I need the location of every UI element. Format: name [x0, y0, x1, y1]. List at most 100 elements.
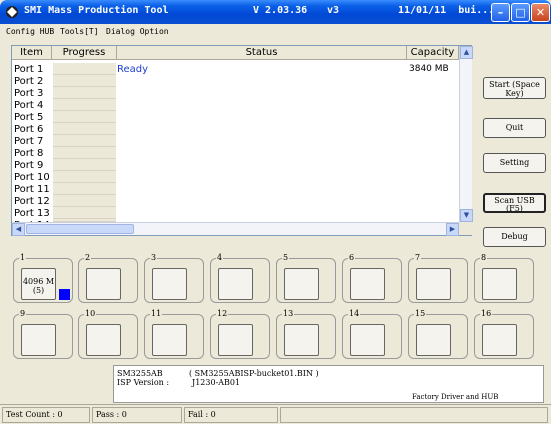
port-1-capacity: 4096 M — [22, 277, 55, 286]
menu-config-hub[interactable]: Config HUB — [6, 27, 54, 36]
port-box-1[interactable]: 1 4096 M (5) — [13, 253, 73, 303]
port-box-2[interactable]: 2 — [78, 253, 138, 303]
scroll-corner — [459, 222, 472, 235]
debug-button[interactable]: Debug — [483, 227, 546, 247]
start-button[interactable]: Start (Space Key) — [483, 77, 546, 99]
port-box-number: 3 — [150, 253, 158, 262]
port-1-count: (5) — [32, 286, 45, 295]
port-row-label: Port 6 — [14, 124, 44, 135]
window-title: SMI Mass Production Tool — [24, 5, 169, 16]
header-status[interactable]: Status — [117, 46, 407, 60]
port-box-number: 7 — [414, 253, 422, 262]
horizontal-scrollbar[interactable]: ◀ ▶ — [12, 222, 459, 236]
port-button[interactable] — [416, 324, 451, 356]
port-button[interactable] — [482, 268, 517, 300]
port-box-number: 9 — [19, 309, 27, 318]
port-row-label: Port 11 — [14, 184, 50, 195]
port-box-4[interactable]: 4 — [210, 253, 270, 303]
port-box-number: 8 — [480, 253, 488, 262]
port-box-number: 12 — [216, 309, 229, 318]
port-box-11[interactable]: 11 — [144, 309, 204, 359]
menu-tools[interactable]: Tools[T] — [60, 27, 99, 36]
isp-file-label: ( SM3255ABISP-bucket01.BIN ) — [189, 369, 319, 378]
close-button[interactable]: ✕ — [531, 3, 550, 22]
port-box-13[interactable]: 13 — [276, 309, 336, 359]
minimize-button[interactable]: – — [491, 3, 510, 22]
port-button[interactable] — [21, 324, 56, 356]
port-row-label: Port 3 — [14, 88, 44, 99]
port-1-indicator — [59, 289, 70, 300]
port-row-label: Port 5 — [14, 112, 44, 123]
port-box-7[interactable]: 7 — [408, 253, 468, 303]
pass-count: Pass : 0 — [92, 407, 182, 423]
port-button[interactable] — [284, 268, 319, 300]
progress-cell — [53, 63, 116, 75]
build-date-label: 11/01/11 bui... — [398, 5, 495, 16]
port-box-number: 14 — [348, 309, 361, 318]
maximize-button[interactable]: □ — [511, 3, 530, 22]
port-1-button[interactable]: 4096 M (5) — [21, 268, 56, 300]
port-button[interactable] — [350, 268, 385, 300]
port1-capacity: 3840 MB — [409, 64, 449, 74]
status-bar: Test Count : 0 Pass : 0 Fail : 0 — [0, 404, 551, 424]
port-box-6[interactable]: 6 — [342, 253, 402, 303]
scroll-down-icon[interactable]: ▼ — [460, 209, 473, 222]
progress-cell — [53, 159, 116, 171]
port-box-number: 4 — [216, 253, 224, 262]
scroll-left-icon[interactable]: ◀ — [12, 223, 25, 236]
port-row-label: Port 10 — [14, 172, 50, 183]
port-button[interactable] — [218, 324, 253, 356]
port1-status: Ready — [117, 64, 149, 75]
port-box-10[interactable]: 10 — [78, 309, 138, 359]
scan-usb-label: Scan USB (F5) — [494, 196, 535, 213]
vertical-scrollbar[interactable]: ▲ ▼ — [459, 46, 473, 222]
scroll-up-icon[interactable]: ▲ — [460, 46, 473, 59]
isp-version-value: J1230-AB01 — [192, 378, 241, 387]
port-button[interactable] — [416, 268, 451, 300]
title-bar: SMI Mass Production Tool V 2.03.36 v3 11… — [0, 0, 551, 24]
progress-cell — [53, 111, 116, 123]
port-button[interactable] — [284, 324, 319, 356]
menu-dialog-option[interactable]: Dialog Option — [106, 27, 169, 36]
port-row-label: Port 2 — [14, 76, 44, 87]
port-button[interactable] — [152, 268, 187, 300]
port-button[interactable] — [350, 324, 385, 356]
port-button[interactable] — [86, 268, 121, 300]
port-box-number: 13 — [282, 309, 295, 318]
port-button[interactable] — [218, 268, 253, 300]
scan-usb-button[interactable]: Scan USB (F5) — [483, 193, 546, 213]
setting-button[interactable]: Setting — [483, 153, 546, 173]
port-box-9[interactable]: 9 — [13, 309, 73, 359]
status-message — [280, 407, 548, 423]
port-box-16[interactable]: 16 — [474, 309, 534, 359]
port-box-number: 15 — [414, 309, 427, 318]
quit-button[interactable]: Quit — [483, 118, 546, 138]
progress-cell — [53, 135, 116, 147]
header-progress[interactable]: Progress — [52, 46, 117, 60]
progress-cell — [53, 207, 116, 219]
port-box-number: 11 — [150, 309, 163, 318]
port-row-label: Port 1 — [14, 64, 44, 75]
port-box-12[interactable]: 12 — [210, 309, 270, 359]
port-box-5[interactable]: 5 — [276, 253, 336, 303]
port-box-15[interactable]: 15 — [408, 309, 468, 359]
port-button[interactable] — [86, 324, 121, 356]
port-row-label: Port 9 — [14, 160, 44, 171]
scroll-thumb[interactable] — [26, 224, 134, 234]
fail-count: Fail : 0 — [184, 407, 278, 423]
port-box-8[interactable]: 8 — [474, 253, 534, 303]
header-item[interactable]: Item — [12, 46, 52, 60]
version-label: V 2.03.36 — [253, 5, 308, 16]
header-capacity[interactable]: Capacity — [407, 46, 459, 60]
port-row-label: Port 4 — [14, 100, 44, 111]
port-box-3[interactable]: 3 — [144, 253, 204, 303]
port-box-number: 16 — [480, 309, 493, 318]
info-panel: SM3255AB ( SM3255ABISP-bucket01.BIN ) IS… — [113, 365, 544, 403]
progress-cell — [53, 75, 116, 87]
port-button[interactable] — [152, 324, 187, 356]
port-grid: Item Progress Status Capacity Port 1 Por… — [11, 45, 473, 236]
scroll-right-icon[interactable]: ▶ — [446, 223, 459, 236]
port-box-number: 2 — [84, 253, 92, 262]
port-button[interactable] — [482, 324, 517, 356]
port-box-14[interactable]: 14 — [342, 309, 402, 359]
